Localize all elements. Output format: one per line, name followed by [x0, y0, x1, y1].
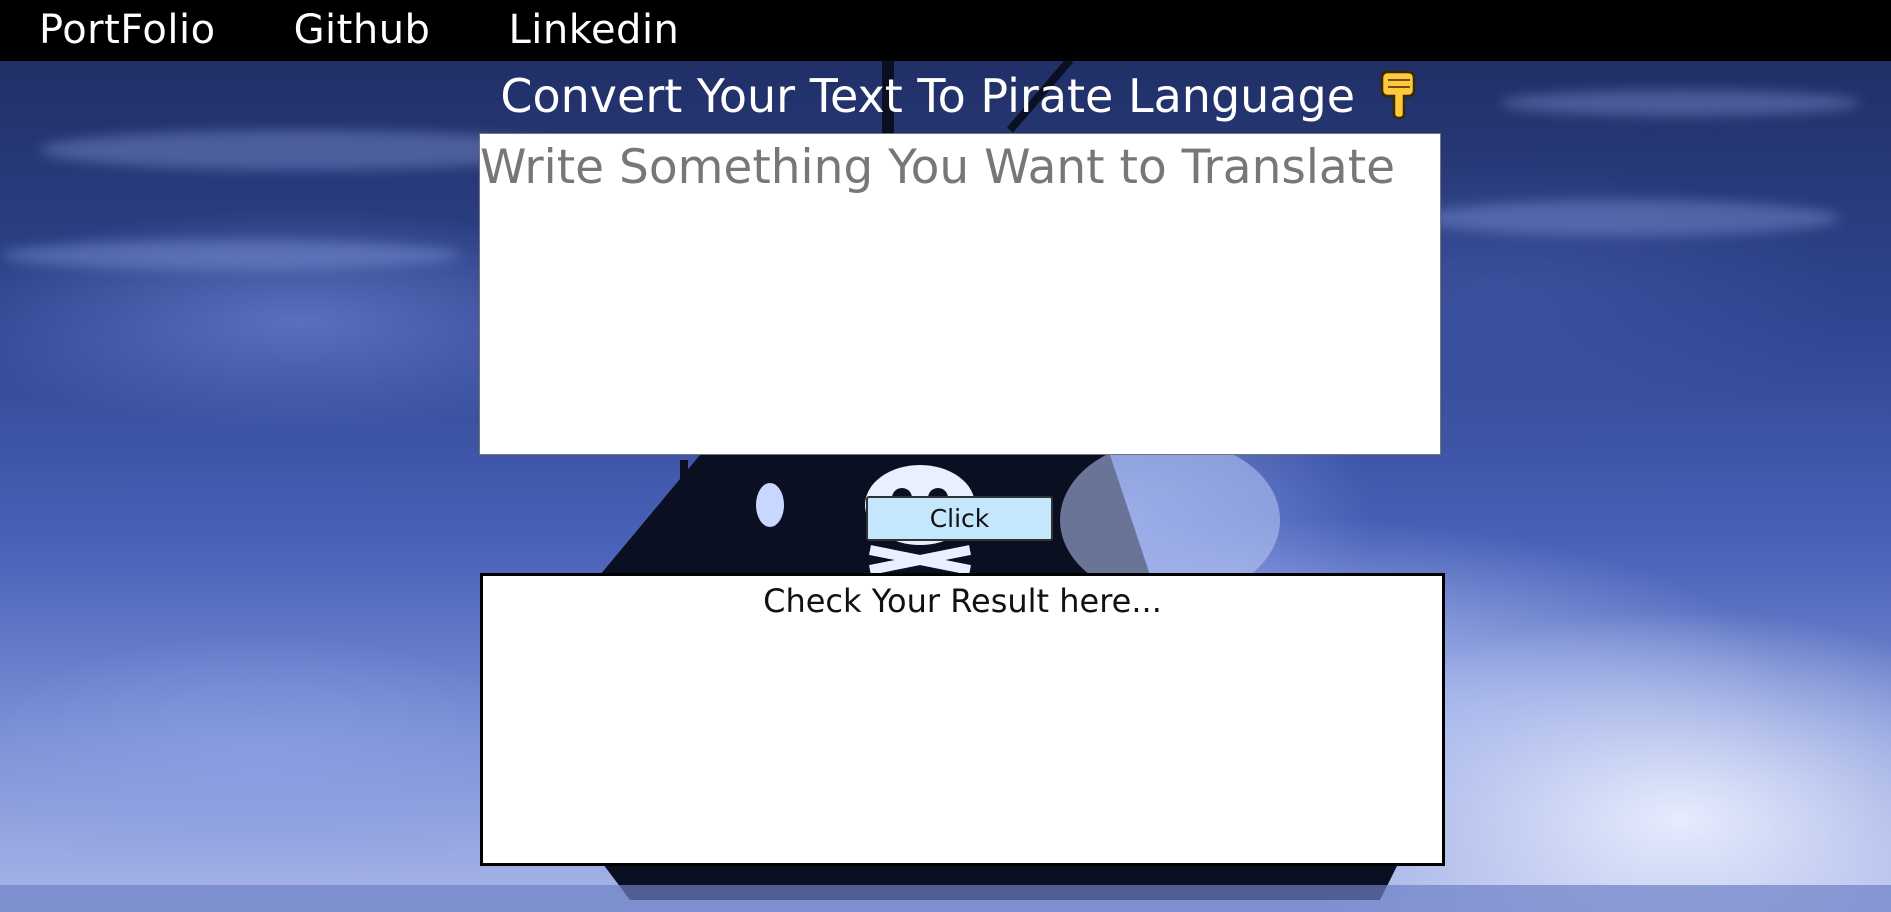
pointing-down-hand-icon	[1378, 68, 1420, 131]
page-title: Convert Your Text To Pirate Language	[480, 68, 1440, 131]
translation-output-text: Check Your Result here...	[763, 582, 1162, 620]
translation-output: Check Your Result here...	[480, 573, 1445, 866]
page-title-text: Convert Your Text To Pirate Language	[500, 69, 1355, 123]
nav-link-linkedin[interactable]: Linkedin	[508, 0, 679, 61]
nav-link-github[interactable]: Github	[294, 0, 431, 61]
translate-button[interactable]: Click	[866, 496, 1053, 541]
top-navbar: PortFolio Github Linkedin	[0, 0, 1891, 61]
nav-link-portfolio[interactable]: PortFolio	[39, 0, 216, 61]
translate-input[interactable]	[479, 133, 1441, 455]
